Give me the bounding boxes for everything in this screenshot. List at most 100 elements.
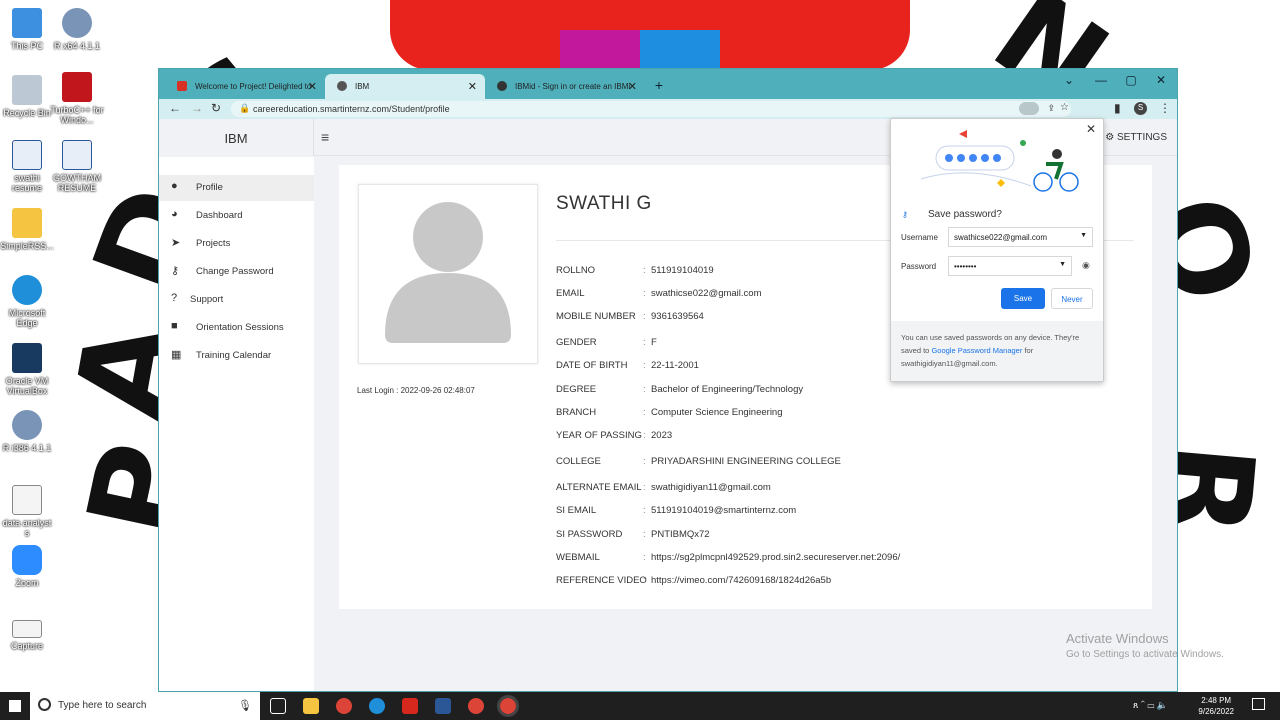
sidebar-item-profile[interactable]: ● Profile	[159, 175, 314, 201]
edge-icon[interactable]	[369, 698, 385, 714]
tab-strip: Welcome to Project! Delighted to ✕ IBM ✕…	[159, 69, 1177, 99]
address-bar[interactable]: 🔒 careereducation.smartinternz.com/Stude…	[231, 101, 1071, 117]
never-button[interactable]: Never	[1051, 288, 1093, 309]
save-button[interactable]: Save	[1001, 288, 1045, 309]
desktop-icon-zoom[interactable]: Zoom	[0, 545, 54, 588]
edge-icon	[12, 275, 42, 305]
field-webmail: WEBMAIL: https://sg2plmcpnl492529.prod.si…	[556, 552, 901, 563]
desktop-icon-simplerss[interactable]: SimpleRSS...	[0, 208, 54, 251]
tab-gmail[interactable]: Welcome to Project! Delighted to ✕	[165, 74, 325, 99]
desktop-icon-turboc[interactable]: TurboC++ for Windo...	[50, 72, 104, 125]
desktop-icon-recycle-bin[interactable]: Recycle Bin	[0, 75, 54, 118]
zoom-icon	[12, 545, 42, 575]
gear-icon: ⚙	[1105, 132, 1117, 143]
chrome-icon[interactable]	[468, 698, 484, 714]
desktop-icon-virtualbox[interactable]: Oracle VM VirtualBox	[0, 343, 54, 396]
dialog-title: Save password?	[928, 209, 1002, 220]
r-icon	[12, 410, 42, 440]
save-password-dialog: ✕ ⚷ Save password? Username swathicse022…	[890, 118, 1104, 382]
computer-icon	[12, 8, 42, 38]
browser-menu-icon[interactable]: ⋮	[1159, 101, 1171, 115]
sidebar-item-projects[interactable]: ➤ Projects	[159, 231, 314, 257]
bookmark-star-icon[interactable]: ☆	[1060, 102, 1069, 113]
desktop-icon-r-i386[interactable]: R i386 4.1.1	[0, 410, 54, 453]
chevron-down-icon[interactable]: ▼	[1080, 232, 1087, 239]
tab-ibm[interactable]: IBM ✕	[325, 74, 485, 99]
acrobat-icon[interactable]	[402, 698, 418, 714]
key-icon: ⚷	[902, 210, 908, 219]
chevron-down-icon[interactable]: ▼	[1059, 261, 1066, 268]
desktop-icon-capture[interactable]: Capture	[0, 620, 54, 651]
password-manager-link[interactable]: Google Password Manager	[931, 346, 1022, 355]
maximize-button[interactable]: ▢	[1121, 73, 1141, 87]
image-file-icon	[12, 620, 42, 638]
desktop-icon-edge[interactable]: Microsoft Edge	[0, 275, 54, 328]
desktop-icon-r-x64[interactable]: R x64 4.1.1	[50, 8, 104, 51]
sidebar-item-support[interactable]: ? Support	[159, 287, 314, 313]
reload-icon[interactable]: ↻	[211, 101, 221, 115]
side-panel-icon[interactable]: ▮	[1114, 101, 1121, 115]
gmail-icon	[177, 81, 187, 91]
toolbar: ← → ↻ 🔒 careereducation.smartinternz.com…	[159, 99, 1177, 119]
close-tab-icon[interactable]: ✕	[468, 80, 477, 93]
task-view-icon[interactable]	[270, 698, 286, 714]
field-branch: BRANCH: Computer Science Engineering	[556, 407, 783, 418]
password-illustration	[920, 130, 1079, 192]
share-icon[interactable]: ⇪	[1047, 103, 1055, 114]
word-document-icon	[62, 140, 92, 170]
eye-icon[interactable]: ◉	[1082, 260, 1090, 271]
settings-button[interactable]: ⚙ SETTINGS	[1105, 132, 1167, 143]
globe-icon	[337, 81, 347, 91]
field-college: COLLEGE: PRIYADARSHINI ENGINEERING COLLEG…	[556, 456, 841, 467]
paper-plane-icon: ➤	[171, 237, 181, 249]
system-tray-icons[interactable]: ጸ ⌃ ▭ 🔈	[1133, 700, 1168, 711]
desktop-icon-data-analyst[interactable]: data analyst s	[0, 485, 54, 538]
desktop-icon-gowtham-resume[interactable]: GOWTHAM RESUME	[50, 140, 104, 193]
forward-icon[interactable]: →	[191, 101, 203, 115]
minimize-button[interactable]: —	[1091, 73, 1111, 87]
clock[interactable]: 2:48 PM 9/26/2022	[1198, 695, 1234, 717]
microphone-icon[interactable]: 🎙	[238, 699, 252, 712]
notification-icon[interactable]	[1252, 698, 1265, 710]
close-tab-icon[interactable]: ✕	[628, 80, 637, 93]
key-icon[interactable]	[1019, 102, 1039, 115]
hamburger-menu-icon[interactable]: ≡	[321, 129, 329, 145]
back-icon[interactable]: ←	[169, 101, 181, 115]
user-icon: ●	[171, 180, 178, 192]
file-explorer-icon[interactable]	[303, 698, 319, 714]
new-tab-button[interactable]: +	[649, 77, 669, 93]
dashboard-icon: ◕	[171, 208, 178, 220]
sidebar-item-orientation-sessions[interactable]: ■ Orientation Sessions	[159, 315, 314, 341]
sidebar-item-change-password[interactable]: ⚷ Change Password	[159, 259, 314, 285]
tab-search-icon[interactable]: ⌄	[1059, 73, 1079, 87]
turboc-icon	[62, 72, 92, 102]
r-icon	[62, 8, 92, 38]
username-field[interactable]: swathicse022@gmail.com ▼	[948, 227, 1093, 247]
field-degree: DEGREE: Bachelor of Engineering/Technolog…	[556, 384, 804, 395]
windows-start-icon[interactable]	[9, 700, 21, 712]
chrome-active-icon[interactable]	[497, 695, 519, 717]
close-tab-icon[interactable]: ✕	[308, 80, 317, 93]
tab-ibmid[interactable]: IBMid - Sign in or create an IBMi ✕	[485, 74, 645, 99]
chrome-icon[interactable]	[336, 698, 352, 714]
desktop-icon-this-pc[interactable]: This PC	[0, 8, 54, 51]
wallpaper-magenta-shape	[560, 30, 640, 70]
brand-logo[interactable]: IBM	[159, 119, 314, 156]
sidebar: ● Profile ◕ Dashboard ➤ Projects ⚷ Change Pa…	[159, 157, 314, 691]
taskbar: Type here to search 🎙 ጸ ⌃ ▭ 🔈 2:48 PM 9/…	[0, 692, 1280, 720]
avatar[interactable]: S	[1134, 102, 1147, 115]
video-icon: ■	[171, 320, 178, 332]
wallpaper-blue-shape	[640, 30, 720, 70]
sidebar-item-dashboard[interactable]: ◕ Dashboard	[159, 203, 314, 229]
folder-icon	[12, 208, 42, 238]
word-icon[interactable]	[435, 698, 451, 714]
desktop-icon-swathi-resume[interactable]: swathi resume	[0, 140, 54, 193]
recycle-bin-icon	[12, 75, 42, 105]
question-icon: ?	[171, 292, 178, 304]
taskbar-search-input[interactable]: Type here to search 🎙	[30, 692, 260, 720]
password-field[interactable]: •••••••• ▼	[948, 256, 1072, 276]
dialog-footer: You can use saved passwords on any devic…	[891, 321, 1103, 381]
close-window-button[interactable]: ✕	[1151, 73, 1171, 87]
sidebar-item-training-calendar[interactable]: ▦ Training Calendar	[159, 343, 314, 369]
document-icon	[12, 485, 42, 515]
